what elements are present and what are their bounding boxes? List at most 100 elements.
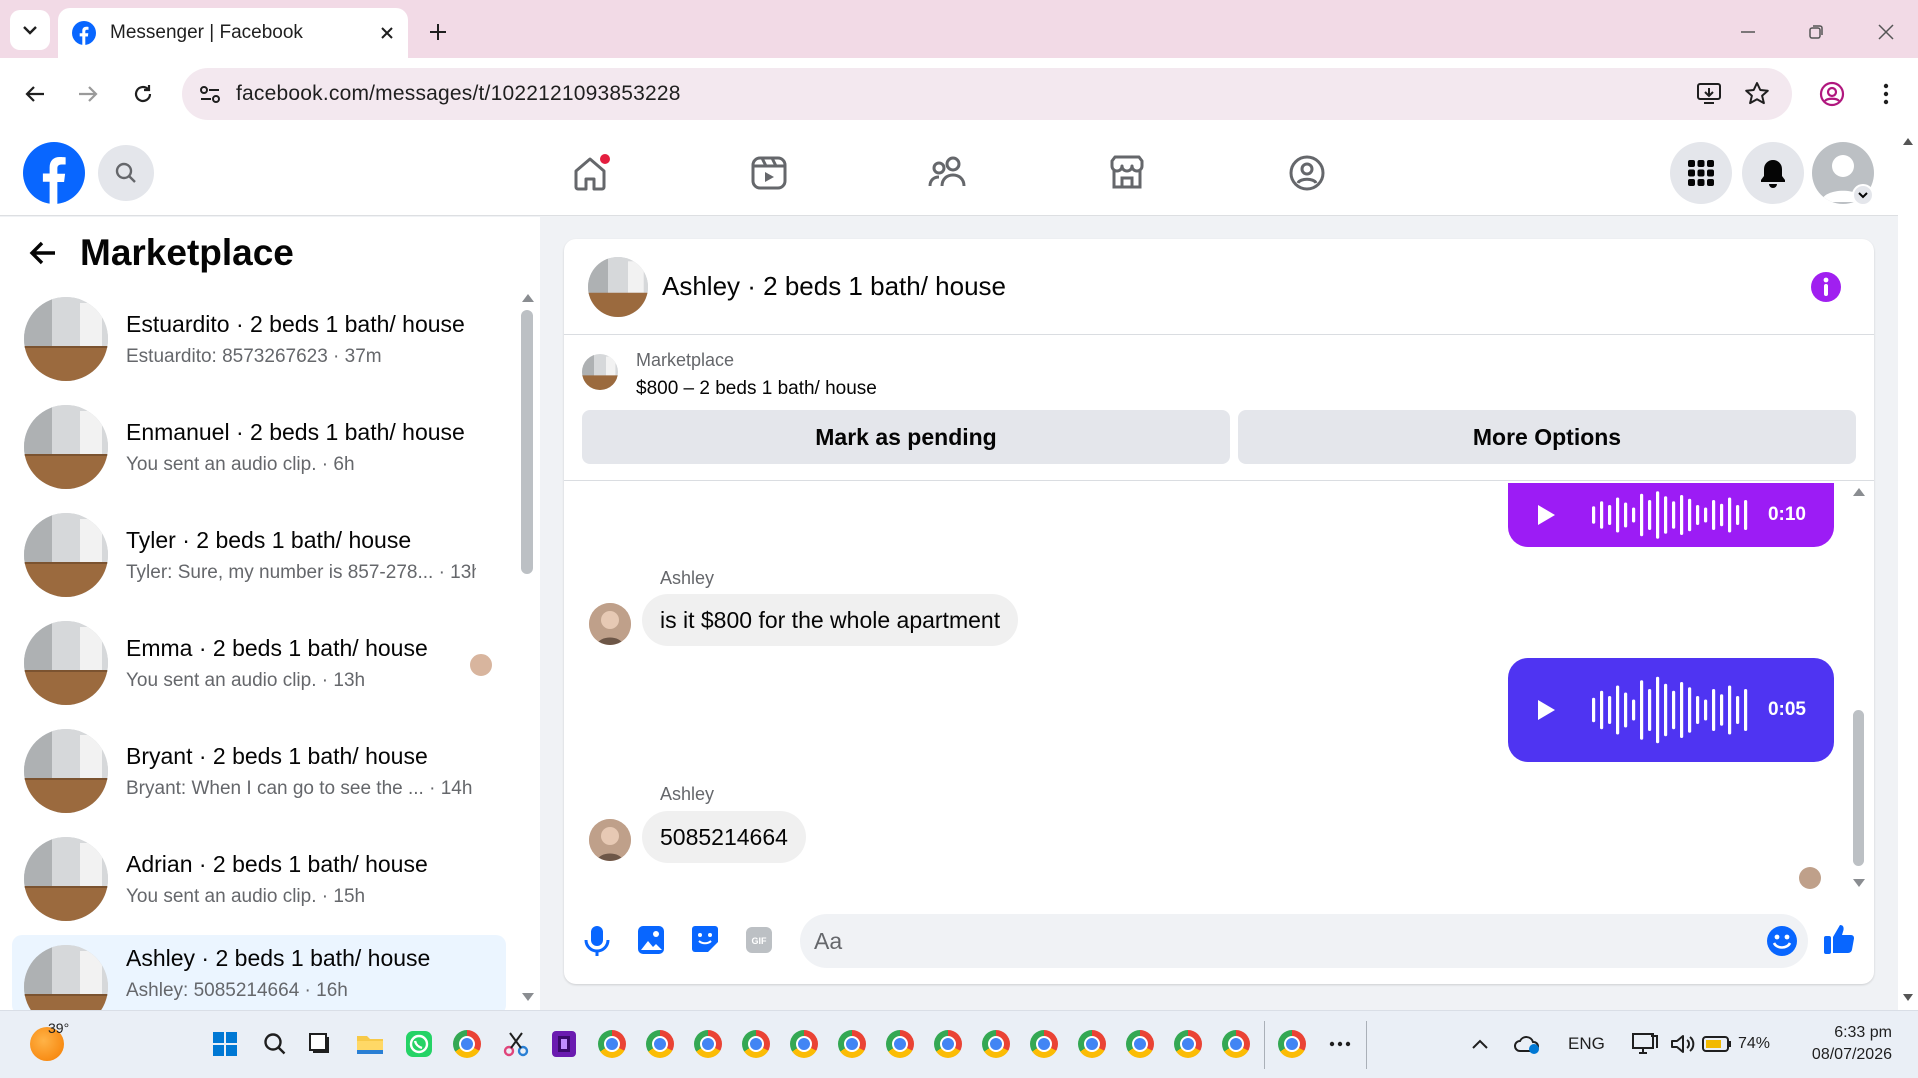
voice-clip-button[interactable] bbox=[582, 924, 612, 958]
conversation-item[interactable]: Tyler · 2 beds 1 bath/ house Tyler: Sure,… bbox=[12, 503, 506, 607]
tor-app[interactable] bbox=[546, 1026, 582, 1062]
menu-button[interactable] bbox=[1670, 142, 1732, 204]
volume-tray[interactable] bbox=[1665, 1026, 1701, 1062]
sticker-button[interactable] bbox=[690, 924, 720, 954]
file-explorer-app[interactable] bbox=[352, 1026, 388, 1062]
chrome-app[interactable] bbox=[1274, 1026, 1310, 1062]
snipping-tool-app[interactable] bbox=[498, 1026, 534, 1062]
battery-percent: 74% bbox=[1738, 1035, 1771, 1052]
address-bar[interactable]: facebook.com/messages/t/1022121093853228 bbox=[182, 68, 1792, 120]
scroll-down-arrow[interactable] bbox=[1852, 878, 1866, 888]
listing-title[interactable]: $800 – 2 beds 1 bath/ house bbox=[636, 378, 877, 400]
show-hidden-icons[interactable] bbox=[1462, 1026, 1498, 1062]
conversation-info-button[interactable] bbox=[1810, 271, 1842, 303]
mark-as-pending-button[interactable]: Mark as pending bbox=[582, 410, 1230, 464]
message-bubble[interactable]: 5085214664 bbox=[642, 811, 806, 863]
play-icon[interactable] bbox=[1536, 699, 1556, 721]
battery-tray[interactable]: 74% bbox=[1702, 1026, 1778, 1062]
audio-message[interactable]: 0:10 bbox=[1508, 483, 1834, 547]
arrow-left-icon[interactable] bbox=[28, 238, 58, 268]
close-tab-icon[interactable] bbox=[380, 26, 394, 40]
attach-photo-button[interactable] bbox=[636, 924, 666, 956]
search-button[interactable] bbox=[98, 145, 154, 201]
chrome-app[interactable] bbox=[978, 1026, 1014, 1062]
tab-search-button[interactable] bbox=[10, 10, 50, 50]
emoji-icon[interactable] bbox=[1766, 925, 1798, 957]
chat-title[interactable]: Ashley · 2 beds 1 bath/ house bbox=[662, 271, 1006, 302]
conversation-item[interactable]: Enmanuel · 2 beds 1 bath/ house You sent … bbox=[12, 395, 506, 499]
page-scroll-down[interactable] bbox=[1902, 993, 1914, 1002]
profile-button[interactable] bbox=[1814, 76, 1850, 112]
chat-scrollbar[interactable] bbox=[1853, 710, 1864, 866]
taskbar-search[interactable] bbox=[257, 1026, 293, 1062]
taskbar-overflow[interactable] bbox=[1322, 1026, 1358, 1062]
account-chevron[interactable] bbox=[1852, 184, 1874, 206]
chat-avatar[interactable] bbox=[588, 256, 648, 317]
nav-video[interactable] bbox=[746, 150, 792, 196]
site-settings-icon[interactable] bbox=[198, 82, 222, 106]
install-app-icon[interactable] bbox=[1696, 82, 1722, 106]
send-like-button[interactable] bbox=[1822, 922, 1856, 956]
chrome-app[interactable] bbox=[738, 1026, 774, 1062]
sender-avatar[interactable] bbox=[589, 819, 631, 861]
gif-button[interactable]: GIF bbox=[745, 926, 773, 954]
browser-menu-button[interactable] bbox=[1868, 76, 1904, 112]
chrome-app[interactable] bbox=[834, 1026, 870, 1062]
conversation-item[interactable]: Emma · 2 beds 1 bath/ house You sent an a… bbox=[12, 611, 506, 715]
scroll-down-arrow[interactable] bbox=[521, 992, 535, 1002]
house-photo bbox=[588, 256, 648, 317]
more-options-button[interactable]: More Options bbox=[1238, 410, 1856, 464]
chrome-app[interactable] bbox=[449, 1026, 485, 1062]
chrome-app[interactable] bbox=[642, 1026, 678, 1062]
clock[interactable]: 6:33 pm 08/07/2026 bbox=[1796, 1022, 1892, 1066]
input-language[interactable]: ENG bbox=[1568, 1034, 1605, 1054]
start-button[interactable] bbox=[207, 1026, 243, 1062]
nav-marketplace[interactable] bbox=[1104, 150, 1150, 196]
chrome-app[interactable] bbox=[1170, 1026, 1206, 1062]
forward-button[interactable] bbox=[70, 76, 106, 112]
chrome-app[interactable] bbox=[1218, 1026, 1254, 1062]
chrome-app[interactable] bbox=[1122, 1026, 1158, 1062]
chrome-app[interactable] bbox=[594, 1026, 630, 1062]
close-window-button[interactable] bbox=[1868, 14, 1904, 50]
scroll-up-arrow[interactable] bbox=[1852, 487, 1866, 497]
conversation-item[interactable]: Estuardito · 2 beds 1 bath/ house Estuard… bbox=[12, 287, 506, 391]
nav-home[interactable] bbox=[567, 150, 613, 196]
chrome-app[interactable] bbox=[690, 1026, 726, 1062]
monitor-network-icon bbox=[1632, 1033, 1658, 1054]
nav-friends[interactable] bbox=[925, 150, 971, 196]
whatsapp-app[interactable] bbox=[401, 1026, 437, 1062]
sender-avatar[interactable] bbox=[589, 603, 631, 645]
page-scrollbar[interactable] bbox=[1898, 130, 1918, 1010]
network-tray[interactable] bbox=[1627, 1026, 1663, 1062]
audio-waveform bbox=[1592, 676, 1748, 744]
conversation-item[interactable]: Ashley · 2 beds 1 bath/ house Ashley: 508… bbox=[12, 935, 506, 1015]
browser-tab[interactable]: Messenger | Facebook bbox=[58, 8, 408, 58]
message-bubble[interactable]: is it $800 for the whole apartment bbox=[642, 594, 1019, 646]
facebook-logo[interactable] bbox=[23, 142, 85, 204]
chrome-app[interactable] bbox=[882, 1026, 918, 1062]
minimize-button[interactable] bbox=[1730, 14, 1766, 50]
chrome-app[interactable] bbox=[1026, 1026, 1062, 1062]
page-scroll-up[interactable] bbox=[1902, 137, 1914, 146]
chrome-app[interactable] bbox=[930, 1026, 966, 1062]
play-icon[interactable] bbox=[1536, 504, 1556, 526]
back-button[interactable] bbox=[17, 76, 53, 112]
onedrive-tray[interactable] bbox=[1509, 1026, 1545, 1062]
conversation-item[interactable]: Bryant · 2 beds 1 bath/ house Bryant: Whe… bbox=[12, 719, 506, 823]
bookmark-star-icon[interactable] bbox=[1744, 81, 1770, 107]
notifications-button[interactable] bbox=[1742, 142, 1804, 204]
new-tab-button[interactable] bbox=[420, 14, 456, 50]
scroll-up-arrow[interactable] bbox=[521, 293, 535, 303]
conversation-item[interactable]: Adrian · 2 beds 1 bath/ house You sent an… bbox=[12, 827, 506, 931]
chrome-app[interactable] bbox=[1074, 1026, 1110, 1062]
restore-button[interactable] bbox=[1798, 14, 1834, 50]
triangle-up-icon bbox=[1853, 488, 1865, 496]
chrome-app[interactable] bbox=[786, 1026, 822, 1062]
audio-message[interactable]: 0:05 bbox=[1508, 658, 1834, 762]
task-view-button[interactable] bbox=[303, 1026, 339, 1062]
nav-groups[interactable] bbox=[1284, 150, 1330, 196]
conversation-scrollbar[interactable] bbox=[521, 310, 533, 574]
message-input[interactable]: Aa bbox=[800, 914, 1808, 968]
reload-button[interactable] bbox=[125, 76, 161, 112]
